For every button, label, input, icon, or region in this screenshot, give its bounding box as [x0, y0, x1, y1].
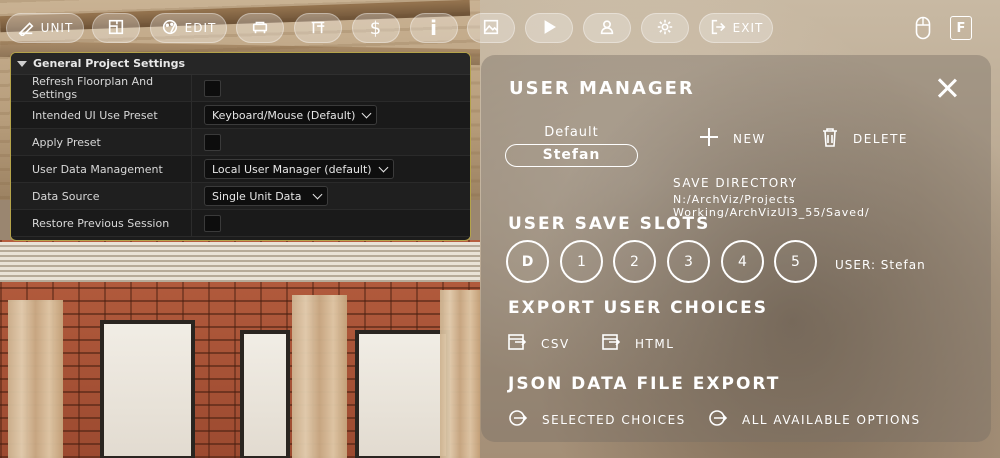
user-button[interactable] [583, 13, 631, 43]
image-icon [482, 18, 500, 39]
settings-panel-header[interactable]: General Project Settings [11, 53, 470, 75]
save-slot-2[interactable]: 2 [613, 240, 656, 283]
export-selected-choices-button[interactable]: SELECTED CHOICES [508, 408, 686, 431]
data-source-dropdown[interactable]: Single Unit Data [204, 186, 328, 206]
pencil-ruler-icon [17, 18, 35, 39]
export-file-icon [507, 332, 527, 355]
export-csv-button[interactable]: CSV [507, 332, 570, 355]
settings-row-restore-session: Restore Previous Session [11, 210, 470, 237]
save-slot-default[interactable]: D [506, 240, 549, 283]
export-stack-icon [508, 408, 528, 431]
furniture-button[interactable] [236, 13, 284, 43]
mouse-icon[interactable] [915, 16, 931, 44]
save-directory-path: N:/ArchViz/Projects Working/ArchVizUI3_5… [673, 193, 870, 219]
chevron-down-icon [312, 189, 323, 199]
dollar-icon: $ [369, 17, 383, 39]
chevron-down-icon [378, 162, 389, 172]
settings-row-apply-preset: Apply Preset [11, 129, 470, 156]
curtain [292, 295, 347, 458]
row-label: User Data Management [11, 156, 192, 182]
default-user-label[interactable]: Default [505, 125, 638, 140]
delete-user-button[interactable]: DELETE [821, 127, 908, 150]
json-data-file-export-heading: JSON DATA FILE EXPORT [508, 374, 781, 394]
curtain [440, 290, 480, 458]
window [100, 320, 195, 458]
refresh-checkbox[interactable] [204, 79, 221, 97]
ui-preset-dropdown[interactable]: Keyboard/Mouse (Default) [204, 105, 378, 125]
export-file-icon [601, 332, 621, 355]
info-icon: i [430, 16, 438, 40]
export-html-button[interactable]: HTML [601, 332, 674, 355]
row-label: Refresh Floorplan And Settings [11, 75, 192, 101]
collapse-triangle-icon[interactable] [17, 60, 27, 67]
save-slot-5[interactable]: 5 [774, 240, 817, 283]
save-slot-1[interactable]: 1 [560, 240, 603, 283]
row-label: Data Source [11, 183, 192, 209]
settings-panel-title: General Project Settings [33, 57, 186, 70]
info-button[interactable]: i [410, 13, 458, 43]
restore-session-checkbox[interactable] [204, 214, 221, 232]
active-user-label: USER: Stefan [835, 258, 926, 272]
settings-rows: Refresh Floorplan And Settings Intended … [11, 75, 470, 237]
sofa-icon [251, 18, 269, 39]
apply-preset-checkbox[interactable] [204, 133, 221, 151]
save-slot-3[interactable]: 3 [667, 240, 710, 283]
settings-row-data-source: Data Source Single Unit Data [11, 183, 470, 210]
gear-icon [656, 18, 674, 39]
user-manager-title: USER MANAGER [509, 78, 695, 99]
new-user-button[interactable]: NEW [699, 127, 766, 150]
close-icon[interactable] [937, 78, 957, 98]
chevron-down-icon [361, 108, 372, 118]
window [355, 330, 450, 458]
window [240, 330, 290, 458]
stairs-button[interactable] [294, 13, 342, 43]
row-label: Apply Preset [11, 129, 192, 155]
export-user-choices-heading: EXPORT USER CHOICES [508, 298, 768, 318]
gallery-button[interactable] [467, 13, 515, 43]
general-project-settings-panel: General Project Settings Refresh Floorpl… [10, 52, 471, 241]
plus-icon [699, 127, 719, 150]
floorplan-icon [107, 18, 125, 39]
user-data-dropdown[interactable]: Local User Manager (default) [204, 159, 394, 179]
user-save-slots-heading: USER SAVE SLOTS [508, 214, 711, 234]
settings-row-user-data: User Data Management Local User Manager … [11, 156, 470, 183]
window-blind [0, 242, 480, 282]
floorplan-button[interactable] [92, 13, 140, 43]
export-stack-icon [708, 408, 728, 431]
row-label: Intended UI Use Preset [11, 102, 192, 128]
exit-button[interactable]: EXIT [699, 13, 773, 43]
exit-icon [709, 18, 727, 39]
pricing-button[interactable]: $ [352, 13, 400, 43]
trash-icon [821, 127, 839, 150]
current-user-button[interactable]: Stefan [505, 144, 638, 167]
play-button[interactable] [525, 13, 573, 43]
settings-row-refresh: Refresh Floorplan And Settings [11, 75, 470, 102]
save-slot-4[interactable]: 4 [721, 240, 764, 283]
palette-icon [161, 18, 179, 39]
row-label: Restore Previous Session [11, 210, 192, 236]
user-icon [598, 18, 616, 39]
settings-button[interactable] [641, 13, 689, 43]
play-icon [540, 18, 558, 39]
curtain [8, 300, 63, 458]
edit-button[interactable]: EDIT [150, 13, 227, 43]
unit-button[interactable]: UNIT [6, 13, 84, 43]
settings-row-ui-preset: Intended UI Use Preset Keyboard/Mouse (D… [11, 102, 470, 129]
fullscreen-key[interactable]: F [950, 16, 972, 40]
save-directory-label: SAVE DIRECTORY [673, 176, 798, 190]
user-manager-panel: USER MANAGER Default Stefan NEW DELETE S… [481, 55, 991, 442]
stairs-icon [309, 18, 327, 39]
top-toolbar: UNIT EDIT $ i EXIT F [0, 10, 1000, 46]
export-all-options-button[interactable]: ALL AVAILABLE OPTIONS [708, 408, 921, 431]
